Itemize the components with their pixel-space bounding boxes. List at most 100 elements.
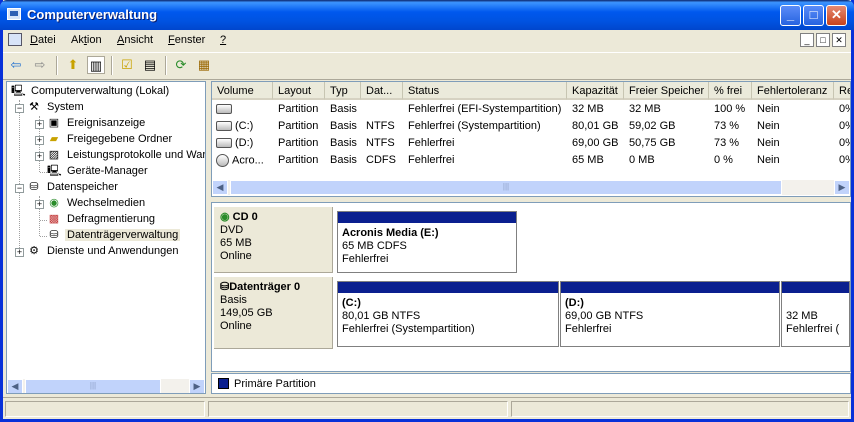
export-list-icon[interactable]: ▦ [195,56,213,74]
volume-block-acronis[interactable]: Acronis Media (E:) 65 MB CDFS Fehlerfrei [337,211,517,273]
volume-size: 65 MB CDFS [342,240,407,252]
expander-minus[interactable]: − [15,104,24,113]
cell-prozent-frei: 100 % [714,103,746,115]
cell-status: Fehlerfrei (Systempartition) [408,120,541,132]
volume-status: Fehlerfrei [342,253,389,265]
status-segment [208,401,508,417]
list-horizontal-scrollbar[interactable]: ◀ ||| ▶ [212,179,850,195]
cell-prozent-frei: 73 % [714,137,740,149]
up-folder-icon[interactable]: ⬆ [64,56,82,74]
tree-connector [40,172,47,173]
cell-dateisystem: NTFS [366,137,395,149]
disk-type: DVD [220,224,244,236]
table-row[interactable]: (C:) Partition Basis NTFS Fehlerfrei (Sy… [212,118,850,134]
expander-minus[interactable]: − [15,184,24,193]
back-arrow-icon[interactable]: ⇦ [7,56,25,74]
cell-kapazitaet: 32 MB [572,103,604,115]
volume-size: 32 MB [786,310,818,322]
volume-block-d[interactable]: (D:) 69,00 GB NTFS Fehlerfrei [560,281,780,347]
child-window-icon[interactable] [8,33,22,46]
removable-storage-icon: ◉ [49,197,59,209]
menu-aktion[interactable]: Aktion [71,34,102,46]
tree-horizontal-scrollbar[interactable]: ◀ ||| ▶ [7,378,205,393]
title-bar[interactable]: Computerverwaltung _ □ ✕ [0,0,854,30]
scroll-thumb[interactable]: ||| [25,379,161,393]
column-header-re[interactable]: Re [834,82,850,100]
services-icon: ⚙ [29,245,39,257]
scroll-thumb[interactable]: ||| [230,180,782,195]
forward-arrow-icon[interactable]: ⇨ [31,56,49,74]
event-viewer-icon: ▣ [48,117,60,129]
volume-details: Acronis Media (E:) 65 MB CDFS Fehlerfrei [342,227,514,266]
maximize-button[interactable]: □ [803,5,824,26]
disk-name-row: ◉ CD 0 [220,211,326,224]
cell-status: Fehlerfrei [408,154,455,166]
disk-label-datentraeger0[interactable]: ⛁Datenträger 0 Basis 149,05 GB Online [214,277,333,349]
primary-partition-bar [338,282,558,293]
menu-datei[interactable]: Datei [30,34,56,46]
disk-name: CD 0 [232,211,258,223]
expander-plus[interactable]: + [35,200,44,209]
child-minimize-button[interactable]: _ [800,33,814,47]
toolbar-separator [111,56,113,75]
right-pane: Volume Layout Typ Dat... Status Kapazitä… [211,81,851,394]
column-header-fehlertoleranz[interactable]: Fehlertoleranz [752,82,834,100]
disk-state: Online [220,250,252,262]
expander-plus[interactable]: + [35,152,44,161]
column-header-typ[interactable]: Typ [325,82,361,100]
volume-details: 32 MB Fehlerfrei ( [786,310,847,336]
scroll-right-arrow-icon[interactable]: ▶ [189,379,205,393]
minimize-button[interactable]: _ [780,5,801,26]
volume-name: (C:) [235,120,254,132]
volume-list: Volume Layout Typ Dat... Status Kapazitä… [211,81,851,197]
volume-status: Fehlerfrei [565,323,612,335]
computer-management-icon [7,8,21,20]
volume-block-efi[interactable]: 32 MB Fehlerfrei ( [781,281,850,347]
cell-status: Fehlerfrei [408,137,455,149]
column-header-volume[interactable]: Volume [212,82,273,100]
performance-logs-icon: ▨ [48,149,60,161]
cell-layout: Partition [278,103,319,115]
cell-dateisystem: CDFS [366,154,396,166]
volume-name: (C:) [342,297,361,309]
menu-fenster[interactable]: Fenster [168,34,205,46]
cell-freier-speicher: 32 MB [629,103,661,115]
column-header-status[interactable]: Status [403,82,567,100]
drive-icon [216,121,232,132]
scroll-left-arrow-icon[interactable]: ◀ [7,379,23,393]
disk-type: Basis [220,294,247,306]
column-header-freier-speicher[interactable]: Freier Speicher [624,82,709,100]
volume-block-c[interactable]: (C:) 80,01 GB NTFS Fehlerfrei (Systempar… [337,281,559,347]
table-row[interactable]: Acro... Partition Basis CDFS Fehlerfrei … [212,152,850,168]
menu-ansicht[interactable]: Ansicht [117,34,153,46]
column-header-kapazitaet[interactable]: Kapazität [567,82,624,100]
expander-plus[interactable]: + [35,120,44,129]
column-header-layout[interactable]: Layout [273,82,325,100]
close-button[interactable]: ✕ [826,5,847,26]
disk-label-cd0[interactable]: ◉ CD 0 DVD 65 MB Online [214,207,333,273]
status-bar [3,397,851,420]
expander-plus[interactable]: + [15,248,24,257]
cell-freier-speicher: 50,75 GB [629,137,676,149]
properties-icon[interactable]: ☑ [118,56,136,74]
scroll-right-arrow-icon[interactable]: ▶ [834,180,850,195]
table-row[interactable]: Partition Basis Fehlerfrei (EFI-Systempa… [212,101,850,117]
refresh-icon[interactable]: ⟳ [172,56,190,74]
table-row[interactable]: (D:) Partition Basis NTFS Fehlerfrei 69,… [212,135,850,153]
show-hide-tree-icon[interactable]: ▥ [87,56,105,74]
column-header-dateisystem[interactable]: Dat... [361,82,403,100]
menu-help[interactable]: ? [220,34,226,46]
cell-fehlertoleranz: Nein [757,154,780,166]
scroll-left-arrow-icon[interactable]: ◀ [212,180,228,195]
cell-layout: Partition [278,120,319,132]
disk-name-row: ⛁Datenträger 0 [220,281,326,294]
column-header-prozent-frei[interactable]: % frei [709,82,752,100]
help-icon[interactable]: ▤ [141,56,159,74]
child-restore-button[interactable]: □ [816,33,830,47]
cell-fehlertoleranz: Nein [757,103,780,115]
system-tools-icon: ⚒ [29,101,39,113]
cell-volume: (D:) [216,135,272,153]
child-close-button[interactable]: ✕ [832,33,846,47]
cell-typ: Basis [330,154,357,166]
expander-plus[interactable]: + [35,136,44,145]
